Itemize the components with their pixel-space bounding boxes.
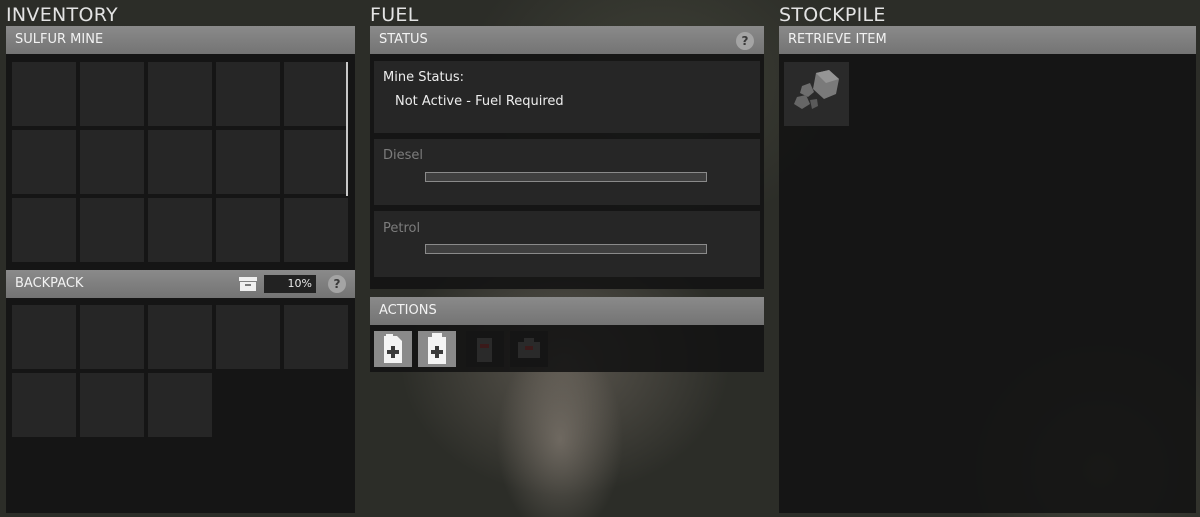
jerrycan-plus-icon <box>428 333 446 364</box>
backpack-slot[interactable] <box>216 305 280 369</box>
storage-box-icon[interactable] <box>238 276 258 292</box>
add-petrol-button[interactable] <box>418 331 456 367</box>
mine-slot[interactable] <box>284 62 348 126</box>
backpack-slot[interactable] <box>284 305 348 369</box>
mine-status-value: Not Active - Fuel Required <box>395 94 564 109</box>
backpack-slot[interactable] <box>12 373 76 437</box>
mine-slot[interactable] <box>12 130 76 194</box>
mine-scrollbar[interactable] <box>346 62 348 196</box>
actions-header: ACTIONS <box>370 297 764 325</box>
engine-icon <box>518 338 540 358</box>
mine-slot-grid <box>12 62 348 262</box>
stockpile-item-slot[interactable] <box>784 62 849 126</box>
status-help-icon[interactable]: ? <box>736 32 754 50</box>
mine-slot[interactable] <box>148 130 212 194</box>
backpack-slot[interactable] <box>80 373 144 437</box>
petrol-gauge <box>425 244 707 254</box>
retrieve-item-header: RETRIEVE ITEM <box>779 26 1196 54</box>
backpack-slot[interactable] <box>12 305 76 369</box>
stockpile-title: STOCKPILE <box>779 4 886 26</box>
mine-slot[interactable] <box>12 62 76 126</box>
sulfur-ore-icon <box>794 70 839 109</box>
mine-slot[interactable] <box>80 130 144 194</box>
backpack-slot[interactable] <box>148 373 212 437</box>
inventory-title: INVENTORY <box>6 4 118 26</box>
disabled-action-button[interactable] <box>510 331 548 367</box>
mine-slot[interactable] <box>284 198 348 262</box>
status-header: STATUS <box>370 26 764 54</box>
mine-slot[interactable] <box>216 198 280 262</box>
fuel-can-remove-icon <box>477 338 492 362</box>
backpack-slot[interactable] <box>148 305 212 369</box>
backpack-slot[interactable] <box>80 305 144 369</box>
mine-slot[interactable] <box>284 130 348 194</box>
petrol-label: Petrol <box>383 221 421 236</box>
mine-slot[interactable] <box>12 198 76 262</box>
add-diesel-button[interactable] <box>374 331 412 367</box>
diesel-gauge <box>425 172 707 182</box>
sulfur-mine-header: SULFUR MINE <box>6 26 355 54</box>
backpack-help-icon[interactable]: ? <box>328 275 346 293</box>
fuel-title: FUEL <box>370 4 419 26</box>
backpack-label: BACKPACK <box>15 276 84 291</box>
mine-slot[interactable] <box>80 198 144 262</box>
mine-slot[interactable] <box>216 130 280 194</box>
backpack-capacity: 10% <box>264 275 316 293</box>
diesel-box: Diesel <box>374 139 760 205</box>
mine-slot[interactable] <box>216 62 280 126</box>
disabled-action-button[interactable] <box>466 331 504 367</box>
mine-status-label: Mine Status: <box>383 70 465 85</box>
mine-slot[interactable] <box>148 62 212 126</box>
mine-slot[interactable] <box>148 198 212 262</box>
diesel-label: Diesel <box>383 148 424 163</box>
mine-slot[interactable] <box>80 62 144 126</box>
fuel-can-plus-icon <box>384 334 402 363</box>
mine-status-box: Mine Status: Not Active - Fuel Required <box>374 61 760 133</box>
petrol-box: Petrol <box>374 211 760 277</box>
backpack-slot-grid <box>12 305 348 437</box>
